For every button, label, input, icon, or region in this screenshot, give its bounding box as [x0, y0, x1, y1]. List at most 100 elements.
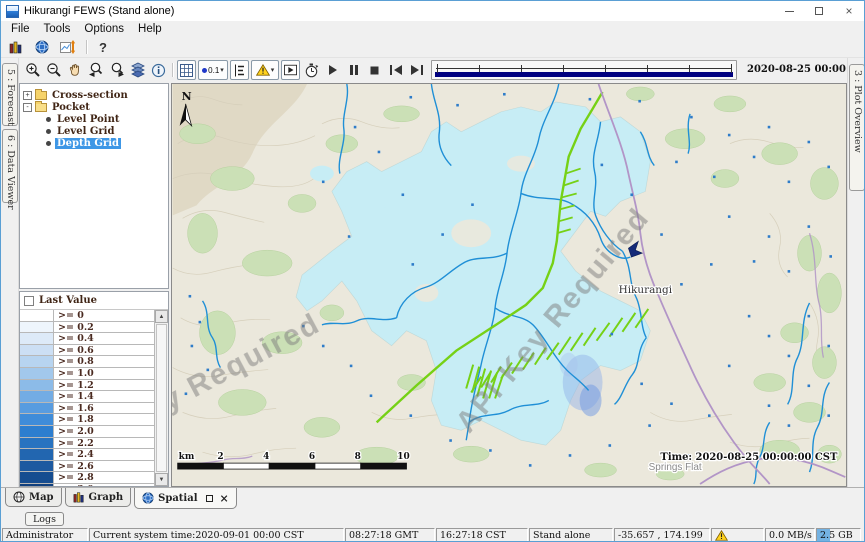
legend-row-label: >= 2.0 [54, 426, 154, 437]
map-svg: API Key Required API Key Required N km 2… [172, 84, 846, 486]
legend-row: >= 3.0 [20, 484, 154, 486]
menu-item-file[interactable]: File [4, 23, 37, 35]
timeline-slider[interactable] [431, 60, 737, 80]
north-label: N [182, 90, 192, 103]
legend-row: >= 1.0 [20, 368, 154, 380]
legend-row: >= 0.4 [20, 333, 154, 345]
legend-row-label: >= 1.4 [54, 391, 154, 402]
bullet-icon [46, 117, 51, 122]
place-label: Springs Flat [649, 462, 702, 473]
precision-value: 0.1 [208, 66, 219, 75]
zoom-in-button[interactable] [23, 60, 42, 80]
pause-button[interactable] [344, 60, 363, 80]
legend-row: >= 2.6 [20, 461, 154, 473]
tree-item-level-point[interactable]: Level Point [20, 113, 168, 125]
legend-color-swatch [20, 449, 54, 460]
tab-plot-overview[interactable]: 3 : Plot Overview [849, 64, 865, 191]
grid-overlay-button[interactable] [177, 60, 196, 80]
info-button[interactable] [149, 60, 168, 80]
legend-row: >= 1.6 [20, 403, 154, 415]
tab-spatial[interactable]: Spatial × [134, 488, 237, 509]
map-time-label: Time: 2020-08-25 00:00:00 CST [660, 452, 838, 463]
last-value-checkbox[interactable] [24, 296, 34, 306]
legend-table: >= 0>= 0.2>= 0.4>= 0.6>= 0.8>= 1.0>= 1.2… [20, 310, 168, 486]
legend-row: >= 1.2 [20, 380, 154, 392]
grid-display-button[interactable] [58, 37, 77, 57]
globe-icon [35, 40, 49, 54]
tab-graph[interactable]: Graph [65, 488, 132, 507]
maximize-button[interactable] [804, 1, 834, 21]
menu-item-options[interactable]: Options [77, 23, 131, 35]
zoom-out-icon [46, 62, 62, 78]
scale-tick: 10 [397, 452, 409, 462]
tab-map[interactable]: Map [5, 488, 62, 507]
chevron-down-icon: ▾ [271, 66, 275, 74]
tree-expander-icon[interactable]: + [23, 91, 32, 100]
stop-button[interactable] [365, 60, 384, 80]
zoom-previous-icon [88, 62, 104, 78]
scroll-down-icon[interactable]: ▼ [155, 473, 168, 486]
pan-button[interactable] [65, 60, 84, 80]
legend-scrollbar[interactable]: ▲ ▼ [154, 310, 168, 486]
spatial-display-button[interactable] [32, 37, 51, 57]
scroll-thumb[interactable] [156, 324, 167, 472]
legend-color-swatch [20, 380, 54, 391]
legend-row-label: >= 1.0 [54, 368, 154, 379]
legend-row-label: >= 0 [54, 310, 154, 321]
play-button[interactable] [323, 60, 342, 80]
value-precision-button[interactable]: 0.1 ▾ [198, 60, 228, 80]
tree-item-cross-section[interactable]: +Cross-section [20, 89, 168, 101]
timeline-range-bar [435, 72, 733, 77]
legend-rows: >= 0>= 0.2>= 0.4>= 0.6>= 0.8>= 1.0>= 1.2… [20, 310, 154, 486]
database-display-button[interactable] [6, 37, 25, 57]
tree-expander-icon[interactable]: - [23, 103, 32, 112]
chart-arrow-icon [60, 40, 76, 54]
close-tab-icon[interactable]: × [220, 493, 229, 504]
legend-row-label: >= 0.6 [54, 345, 154, 356]
go-to-end-button[interactable] [407, 60, 426, 80]
status-segment-text: 0.0 MB/s [769, 530, 812, 541]
pan-hand-icon [67, 63, 82, 78]
tab-forecast[interactable]: 5 : Forecast [2, 63, 18, 126]
tree-item-pocket[interactable]: -Pocket [20, 101, 168, 113]
tree-item-depth-grid[interactable]: Depth Grid [20, 137, 168, 149]
animation-interval-button[interactable] [302, 60, 321, 80]
animation-window-button[interactable] [281, 60, 300, 80]
stopwatch-icon [304, 63, 319, 78]
help-button[interactable]: ? [96, 40, 110, 55]
legend-row: >= 0.6 [20, 345, 154, 357]
status-memory: 2.5 GB [816, 528, 861, 542]
menu-item-help[interactable]: Help [131, 23, 169, 35]
legend-color-swatch [20, 345, 54, 356]
logs-tab[interactable]: Logs [25, 512, 64, 526]
tab-map-label: Map [29, 492, 54, 503]
tree-item-level-grid[interactable]: Level Grid [20, 125, 168, 137]
tab-data-viewer[interactable]: 6 : Data Viewer [2, 129, 18, 203]
legend-color-swatch [20, 484, 54, 486]
legend-color-swatch [20, 414, 54, 425]
timeline-tick [521, 65, 522, 72]
thresholds-button[interactable]: ▾ [251, 60, 279, 80]
zoom-next-button[interactable] [107, 60, 126, 80]
app-icon [6, 5, 19, 18]
timeline-tick [437, 64, 438, 73]
skip-to-start-icon [390, 65, 402, 75]
layers-button[interactable] [128, 60, 147, 80]
legend-row-label: >= 1.2 [54, 380, 154, 391]
legend-row: >= 0 [20, 310, 154, 322]
tab-spatial-label: Spatial [158, 493, 197, 504]
maximize-tab-icon[interactable] [206, 495, 213, 502]
close-button[interactable]: × [834, 1, 864, 21]
legend-toggle-button[interactable] [230, 60, 249, 80]
legend-row: >= 2.8 [20, 472, 154, 484]
zoom-previous-button[interactable] [86, 60, 105, 80]
map-canvas[interactable]: API Key Required API Key Required N km 2… [171, 83, 847, 487]
menu-item-tools[interactable]: Tools [37, 23, 78, 35]
globe-outline-icon [13, 491, 25, 503]
left-tab-strip: 5 : Forecast 6 : Data Viewer [1, 58, 19, 487]
legend-color-swatch [20, 461, 54, 472]
go-to-start-button[interactable] [386, 60, 405, 80]
scroll-up-icon[interactable]: ▲ [155, 310, 168, 323]
zoom-out-button[interactable] [44, 60, 63, 80]
minimize-button[interactable] [774, 1, 804, 21]
